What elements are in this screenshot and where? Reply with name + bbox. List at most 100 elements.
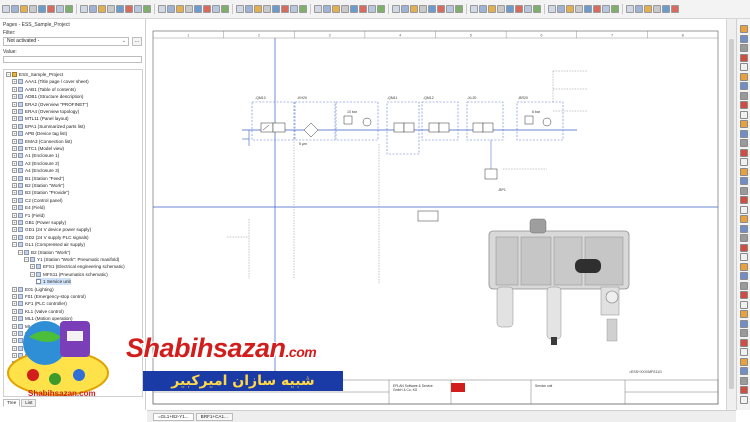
toolbar-button-icon[interactable] (116, 5, 124, 13)
expand-icon[interactable]: + (12, 175, 17, 181)
expand-icon[interactable]: + (12, 131, 17, 137)
toolbar-button-icon[interactable] (29, 5, 37, 13)
drawing-tool-icon[interactable] (740, 300, 748, 309)
toolbar-button-icon[interactable] (584, 5, 592, 13)
tree-item[interactable]: + ADB1 (Structure description) (12, 93, 83, 100)
drawing-tool-icon[interactable] (740, 253, 748, 261)
toolbar-button-icon[interactable] (602, 5, 610, 13)
toolbar-button-icon[interactable] (515, 5, 523, 13)
expand-icon[interactable]: + (12, 190, 17, 196)
toolbar-button-icon[interactable] (557, 5, 565, 13)
drawing-tool-icon[interactable] (740, 281, 748, 290)
toolbar-button-icon[interactable] (488, 5, 496, 13)
toolbar-button-icon[interactable] (332, 5, 340, 13)
tree-item[interactable]: + EMA3 (Connection list) (12, 138, 72, 145)
tree-item[interactable]: + ERA4 (Overview topology) (12, 108, 79, 115)
tree-item[interactable]: + EPA1 (Summarized parts list) (12, 123, 85, 130)
toolbar-button-icon[interactable] (272, 5, 280, 13)
expand-icon[interactable]: + (12, 212, 17, 218)
toolbar-button-icon[interactable] (56, 5, 64, 13)
drawing-tool-icon[interactable] (740, 205, 748, 214)
toolbar-button-icon[interactable] (566, 5, 574, 13)
expand-icon[interactable]: + (12, 153, 17, 159)
drawing-tool-icon[interactable] (740, 25, 748, 33)
toolbar-button-icon[interactable] (20, 5, 28, 13)
toolbar-button-icon[interactable] (671, 5, 679, 13)
tree-item[interactable]: − MFS11 (Pneumatics schematic) (30, 271, 108, 278)
drawing-tool-icon[interactable] (740, 386, 748, 394)
toolbar-button-icon[interactable] (80, 5, 88, 13)
filter-select[interactable]: Not activated - ⌄ (3, 37, 129, 46)
toolbar-button-icon[interactable] (533, 5, 541, 13)
drawing-tool-icon[interactable] (740, 110, 748, 119)
toolbar-button-icon[interactable] (644, 5, 652, 13)
tree-item[interactable]: + AAA1 (Title page / cover sheet) (12, 78, 89, 85)
toolbar-button-icon[interactable] (611, 5, 619, 13)
drawing-tool-icon[interactable] (740, 129, 748, 138)
toolbar-button-icon[interactable] (125, 5, 133, 13)
drawing-tool-icon[interactable] (740, 319, 748, 328)
toolbar-button-icon[interactable] (470, 5, 478, 13)
toolbar-button-icon[interactable] (134, 5, 142, 13)
toolbar-button-icon[interactable] (167, 5, 175, 13)
collapse-icon[interactable]: − (12, 242, 17, 248)
toolbar-button-icon[interactable] (11, 5, 19, 13)
toolbar-button-icon[interactable] (506, 5, 514, 13)
toolbar-button-icon[interactable] (323, 5, 331, 13)
expand-icon[interactable]: + (12, 286, 17, 292)
drawing-tool-icon[interactable] (740, 376, 748, 385)
collapse-icon[interactable]: − (18, 249, 23, 255)
expand-icon[interactable]: + (12, 183, 17, 188)
toolbar-button-icon[interactable] (575, 5, 583, 13)
toolbar-button-icon[interactable] (548, 5, 556, 13)
tree-item[interactable]: + EFS1 (Electrical engineering schematic) (30, 263, 125, 270)
toolbar-button-icon[interactable] (281, 5, 289, 13)
tree-item[interactable]: − Y1 (Station "Work": Pneumatic manifold) (24, 256, 119, 263)
drawing-tool-icon[interactable] (740, 120, 748, 128)
drawing-tool-icon[interactable] (740, 82, 748, 90)
drawing-tool-icon[interactable] (740, 158, 748, 166)
drawing-tool-icon[interactable] (740, 91, 748, 100)
drawing-tool-icon[interactable] (740, 310, 748, 318)
toolbar-button-icon[interactable] (497, 5, 505, 13)
tree-item[interactable]: + B2 (Station "Work") (12, 182, 64, 189)
tree-item[interactable]: + ERA2 (Overview "PROFINET") (12, 101, 88, 108)
tree-item[interactable]: − GL1 (Compressed air supply) (12, 241, 85, 248)
toolbar-button-icon[interactable] (263, 5, 271, 13)
expand-icon[interactable]: + (12, 138, 17, 144)
tree-item[interactable]: + A4 (Enclosure 3) (12, 167, 59, 174)
drawing-tool-icon[interactable] (740, 357, 748, 366)
toolbar-button-icon[interactable] (419, 5, 427, 13)
toolbar-button-icon[interactable] (245, 5, 253, 13)
toolbar-button-icon[interactable] (401, 5, 409, 13)
toolbar-button-icon[interactable] (299, 5, 307, 13)
vertical-scrollbar[interactable] (726, 19, 736, 410)
toolbar-button-icon[interactable] (158, 5, 166, 13)
toolbar-button-icon[interactable] (47, 5, 55, 13)
toolbar-button-icon[interactable] (635, 5, 643, 13)
drawing-tool-icon[interactable] (740, 63, 748, 71)
drawing-tool-icon[interactable] (740, 291, 748, 299)
drawing-tool-icon[interactable] (740, 262, 748, 271)
toolbar-button-icon[interactable] (524, 5, 532, 13)
page-tab-2[interactable]: BRF1+CA1... (195, 412, 233, 421)
tree-item[interactable]: + MTL11 (Panel layout) (12, 115, 69, 122)
toolbar-button-icon[interactable] (410, 5, 418, 13)
drawing-tool-icon[interactable] (740, 348, 748, 356)
drawing-tool-icon[interactable] (740, 53, 748, 62)
toolbar-button-icon[interactable] (377, 5, 385, 13)
toolbar-button-icon[interactable] (212, 5, 220, 13)
toolbar-button-icon[interactable] (236, 5, 244, 13)
toolbar-button-icon[interactable] (662, 5, 670, 13)
tree-item[interactable]: + B1 (Station "Feed") (12, 175, 64, 182)
tree-item[interactable]: + GD2 (24 V supply PLC signals) (12, 234, 89, 241)
collapse-icon[interactable]: − (24, 257, 29, 262)
drawing-tool-icon[interactable] (740, 338, 748, 347)
drawing-tool-icon[interactable] (740, 34, 748, 43)
tree-item[interactable]: + B3 (Station "Provide") (12, 189, 69, 196)
collapse-icon[interactable]: − (30, 271, 35, 277)
toolbar-button-icon[interactable] (38, 5, 46, 13)
toolbar-button-icon[interactable] (221, 5, 229, 13)
drawing-tool-icon[interactable] (740, 148, 748, 157)
drawing-tool-icon[interactable] (740, 224, 748, 233)
